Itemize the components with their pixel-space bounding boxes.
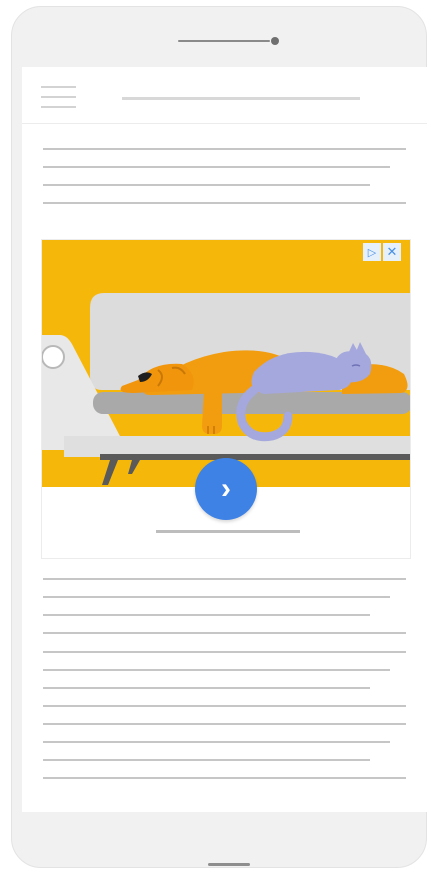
text-line [43, 184, 370, 186]
text-line [43, 651, 406, 653]
text-line [43, 148, 406, 150]
front-camera [271, 37, 279, 45]
chevron-right-icon[interactable]: › [195, 458, 257, 520]
home-indicator [208, 863, 250, 866]
text-line [43, 723, 406, 725]
ad-caption-placeholder [156, 530, 300, 533]
text-line [43, 578, 406, 580]
text-line [43, 614, 370, 616]
text-line [43, 777, 406, 779]
text-line [43, 596, 390, 598]
ad-illustration[interactable] [42, 240, 411, 487]
ad-card[interactable]: ▷ ✕ › [41, 239, 411, 559]
title-placeholder [122, 97, 360, 100]
text-line [43, 759, 370, 761]
app-header [22, 67, 427, 124]
earpiece-speaker [178, 40, 270, 42]
close-icon[interactable]: ✕ [383, 243, 401, 261]
text-line [43, 741, 390, 743]
hamburger-icon[interactable] [41, 85, 76, 109]
adchoices-icon[interactable]: ▷ [363, 243, 381, 261]
text-line [43, 166, 390, 168]
text-line [43, 202, 406, 204]
text-line [43, 705, 406, 707]
text-line [43, 632, 406, 634]
phone-screen: ▷ ✕ › [22, 67, 427, 812]
text-line [43, 669, 390, 671]
text-line [43, 687, 370, 689]
